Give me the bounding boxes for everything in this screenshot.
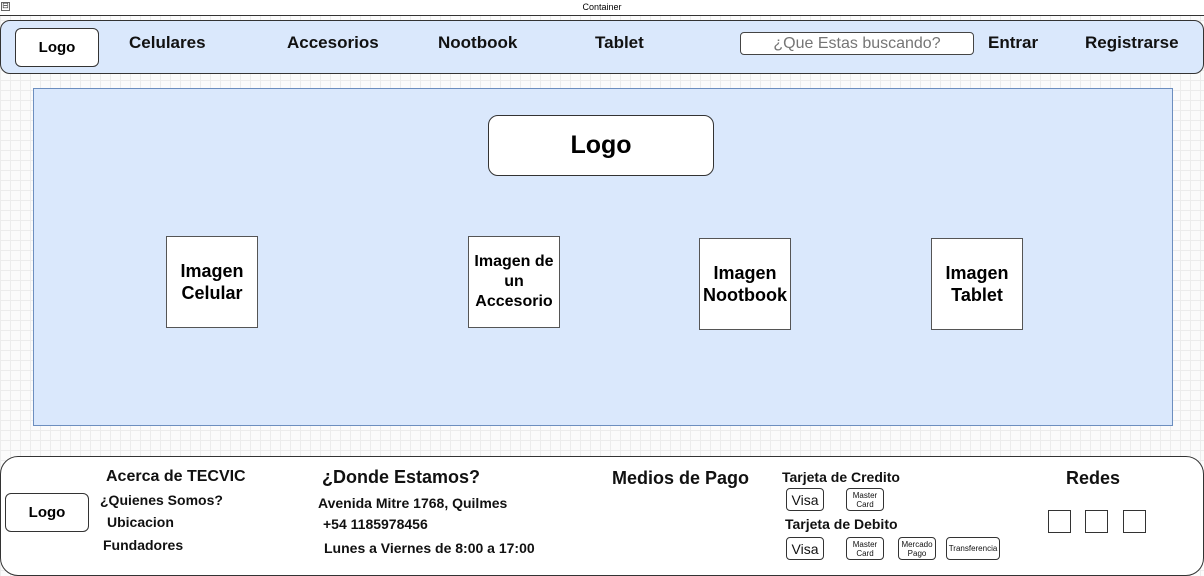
debit-visa-button[interactable]: Visa [786, 537, 824, 560]
image-accesorio-line-3: Accesorio [475, 293, 553, 310]
nav-link-accesorios[interactable]: Accesorios [287, 33, 379, 53]
window-title: Container [582, 2, 622, 12]
image-nootbook-line-2: Nootbook [703, 285, 787, 305]
header-logo-button[interactable]: Logo [15, 28, 99, 67]
image-accesorio-line-2: un [504, 273, 524, 290]
footer-logo[interactable]: Logo [5, 493, 89, 532]
location-title: ¿Donde Estamos? [322, 467, 481, 487]
debit-card-label: Tarjeta de Debito [785, 516, 898, 532]
debit-mercadopago-button[interactable]: Mercado Pago [898, 537, 936, 560]
image-accesorio[interactable]: Imagen de un Accesorio [468, 236, 560, 328]
nav-link-tablet[interactable]: Tablet [595, 33, 644, 53]
social-icon[interactable] [1085, 510, 1108, 533]
nav-link-celulares[interactable]: Celulares [129, 33, 206, 53]
credit-visa-button[interactable]: Visa [786, 488, 824, 511]
image-nootbook-line-1: Imagen [713, 262, 777, 283]
credit-card-label: Tarjeta de Credito [782, 469, 900, 485]
image-tablet[interactable]: Imagen Tablet [931, 238, 1023, 330]
image-tablet-line-1: Imagen [945, 262, 1009, 283]
collapse-icon[interactable]: ⊟ [1, 2, 10, 11]
payment-title: Medios de Pago [612, 468, 750, 488]
window-title-bar: Container [0, 0, 1204, 16]
credit-mastercard-button[interactable]: Master Card [846, 488, 884, 511]
social-icon[interactable] [1048, 510, 1071, 533]
location-hours: Lunes a Viernes de 8:00 a 17:00 [324, 540, 535, 556]
register-link[interactable]: Registrarse [1085, 33, 1179, 53]
social-icon[interactable] [1123, 510, 1146, 533]
location-phone: +54 1185978456 [323, 516, 428, 532]
image-celular-line-2: Celular [181, 283, 243, 303]
debit-transferencia-button[interactable]: Transferencia [946, 537, 1000, 560]
search-input[interactable] [740, 32, 974, 55]
about-title: Acerca de TECVIC [106, 468, 246, 485]
social-title: Redes [1066, 468, 1121, 488]
image-celular[interactable]: Imagen Celular [166, 236, 258, 328]
about-link-quienes[interactable]: ¿Quienes Somos? [100, 492, 223, 508]
debit-mastercard-button[interactable]: Master Card [846, 537, 884, 560]
login-link[interactable]: Entrar [988, 33, 1038, 53]
image-celular-line-1: Imagen [180, 260, 244, 281]
nav-link-nootbook[interactable]: Nootbook [438, 33, 517, 53]
about-link-fundadores[interactable]: Fundadores [103, 537, 183, 553]
image-nootbook[interactable]: Imagen Nootbook [699, 238, 791, 330]
hero-logo: Logo [488, 115, 714, 176]
location-address: Avenida Mitre 1768, Quilmes [318, 495, 508, 511]
image-accesorio-line-1: Imagen de [474, 253, 554, 270]
image-tablet-line-2: Tablet [951, 285, 1003, 305]
about-link-ubicacion[interactable]: Ubicacion [107, 514, 174, 530]
